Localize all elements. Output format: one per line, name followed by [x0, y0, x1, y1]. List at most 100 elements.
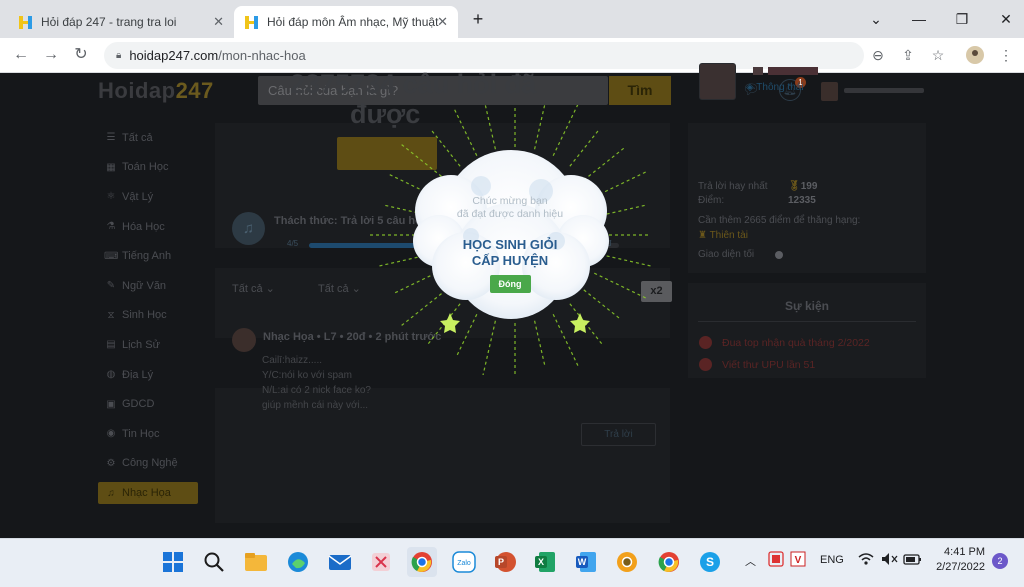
zalo-icon[interactable]: Zalo	[449, 547, 479, 577]
modal-close-button[interactable]: Đóng	[489, 275, 531, 293]
search-icon[interactable]	[199, 547, 229, 577]
post-line: Cailī:haizz.....	[262, 355, 323, 366]
clock[interactable]: 4:41 PM 2/27/2022	[933, 545, 985, 575]
snipping-tool-icon[interactable]	[366, 547, 396, 577]
tray-v-icon[interactable]: V	[790, 551, 806, 570]
event-icon	[699, 358, 712, 371]
congrats-line-1: Chúc mừng bạn	[472, 195, 548, 207]
event-item[interactable]: Đua top nhận quà tháng 2/2022	[699, 336, 870, 349]
browser-toolbar: ← → ↻ 🔒︎ hoidap247.com/mon-nhac-hoa ⊖ ⇪ …	[0, 38, 1024, 73]
battery-icon[interactable]	[903, 551, 923, 570]
user-avatar[interactable]	[821, 82, 838, 101]
lock-icon: 🔒︎	[116, 50, 122, 61]
address-bar[interactable]: 🔒︎ hoidap247.com/mon-nhac-hoa	[104, 42, 864, 69]
sidebar-item-ngữ-văn[interactable]: ✎ Ngữ Văn	[98, 271, 198, 301]
edge-icon[interactable]	[283, 547, 313, 577]
achievement-modal: Chúc mừng bạn đã đạt được danh hiệu HỌC …	[430, 195, 590, 293]
language-indicator[interactable]: ENG	[820, 554, 844, 566]
filter-dropdown-1[interactable]: Tất cả ⌄	[232, 282, 275, 295]
sidebar-item-hóa-học[interactable]: ⚗ Hóa Học	[98, 212, 198, 242]
site-logo[interactable]: Hoidap247	[98, 78, 214, 104]
event-item[interactable]: Viết thư UPU lần 51	[699, 358, 815, 371]
tray-app-icon[interactable]	[768, 551, 784, 570]
sidebar-item-gdcd[interactable]: ▣ GDCD	[98, 389, 198, 419]
sidebar-item-tin-học[interactable]: ◉ Tin Học	[98, 419, 198, 449]
chrome-icon[interactable]	[407, 547, 437, 577]
best-answers-count: 199	[800, 181, 818, 192]
sidebar-item-label: Tất cả	[122, 131, 153, 144]
close-tab-icon[interactable]: ✕	[437, 14, 448, 30]
dark-mode-toggle[interactable]	[775, 251, 783, 259]
sidebar-item-label: Lịch Sử	[122, 338, 160, 351]
sidebar-item-toán-học[interactable]: ▦ Toán Học	[98, 153, 198, 183]
sidebar-item-công-nghệ[interactable]: ⚙ Công Nghệ	[98, 449, 198, 479]
tray-overflow-chevron-icon[interactable]: ︿	[745, 553, 756, 569]
share-icon[interactable]: ⇪	[898, 45, 918, 65]
mail-icon[interactable]	[325, 547, 355, 577]
points-value: 12335	[788, 195, 816, 206]
back-icon[interactable]: ←	[10, 44, 32, 66]
pen-icon: ✎	[106, 280, 116, 292]
post-line: giúp mềnh cái này với...	[262, 400, 369, 411]
clock-time: 4:41 PM	[944, 546, 985, 558]
excel-icon[interactable]: X	[530, 547, 560, 577]
speaker-muted-icon[interactable]	[880, 551, 898, 570]
celebration-ray	[533, 105, 546, 150]
wifi-icon[interactable]	[857, 551, 875, 570]
username-blurred	[768, 67, 818, 75]
restore-icon[interactable]: ❐	[950, 8, 974, 30]
close-tab-icon[interactable]: ✕	[213, 14, 224, 30]
search-button[interactable]: Tìm	[609, 76, 671, 105]
powerpoint-icon[interactable]: P	[490, 547, 520, 577]
tab-hoidap-answers[interactable]: Hỏi đáp 247 - trang tra loi ✕	[8, 6, 234, 38]
word-icon[interactable]: W	[571, 547, 601, 577]
congrats-line-2: đã đạt được danh hiệu	[456, 208, 564, 220]
url-host: hoidap247.com	[129, 48, 219, 63]
notification-center-badge[interactable]: 2	[992, 553, 1008, 569]
tab-music-art[interactable]: Hỏi đáp môn Âm nhạc, Mỹ thuật ✕	[234, 6, 458, 38]
sidebar-item-địa-lý[interactable]: ◍ Địa Lý	[98, 360, 198, 390]
reply-button[interactable]: Trả lời	[581, 423, 656, 446]
skype-icon[interactable]: S	[695, 547, 725, 577]
url-path: /mon-nhac-hoa	[218, 48, 306, 63]
sidebar-item-tất-cả[interactable]: ☰ Tất cả	[98, 123, 198, 153]
event-label: Viết thư UPU lần 51	[722, 358, 816, 371]
computer-icon: ◉	[106, 428, 116, 440]
globe-icon: ◍	[106, 369, 116, 381]
post-subject[interactable]: Nhạc Họa	[263, 331, 314, 343]
username-blurred	[844, 88, 924, 93]
bookmark-star-icon[interactable]: ☆	[928, 45, 948, 65]
file-explorer-icon[interactable]	[241, 547, 271, 577]
close-window-icon[interactable]: ✕	[994, 8, 1018, 30]
sidebar-item-vật-lý[interactable]: ⚛ Vật Lý	[98, 182, 198, 212]
sidebar-item-label: Ngữ Văn	[122, 279, 167, 292]
browser-menu-icon[interactable]: ⋮	[996, 45, 1016, 65]
trophy-icon: ♜	[698, 230, 710, 241]
svg-text:V: V	[795, 555, 802, 566]
sidebar-item-label: Toán Học	[122, 161, 169, 174]
medal-icon: 🏅︎	[788, 181, 801, 192]
profile-avatar[interactable]	[699, 63, 736, 100]
sidebar-item-sinh-học[interactable]: ⧖ Sinh Học	[98, 301, 198, 331]
forward-icon[interactable]: →	[40, 44, 62, 66]
sidebar-item-tiếng-anh[interactable]: ⌨ Tiếng Anh	[98, 241, 198, 271]
reload-icon[interactable]: ↻	[70, 44, 92, 66]
clock-date: 2/27/2022	[936, 561, 985, 573]
sidebar-item-lịch-sử[interactable]: ▤ Lịch Sử	[98, 330, 198, 360]
sidebar-item-label: Địa Lý	[122, 368, 154, 381]
svg-text:S: S	[706, 555, 714, 569]
zoom-icon[interactable]: ⊖	[868, 45, 888, 65]
minimize-icon[interactable]: —	[907, 8, 931, 30]
list-icon: ☰	[106, 132, 116, 144]
start-icon[interactable]	[158, 547, 188, 577]
post-points: 20đ	[346, 331, 366, 343]
tab-search-chevron-icon[interactable]: ⌄	[864, 8, 888, 30]
sidebar-item-nhạc-họa[interactable]: ♫ Nhạc Họa	[98, 482, 198, 505]
post-avatar[interactable]	[232, 328, 256, 352]
chrome-canary-icon[interactable]	[612, 547, 642, 577]
filter-dropdown-2[interactable]: Tất cả ⌄	[318, 282, 361, 295]
chrome-profile-icon[interactable]	[654, 547, 684, 577]
profile-avatar-icon[interactable]	[965, 45, 985, 65]
next-rank: ♜ Thiên tài	[698, 230, 748, 241]
new-tab-icon[interactable]: +	[466, 8, 490, 30]
